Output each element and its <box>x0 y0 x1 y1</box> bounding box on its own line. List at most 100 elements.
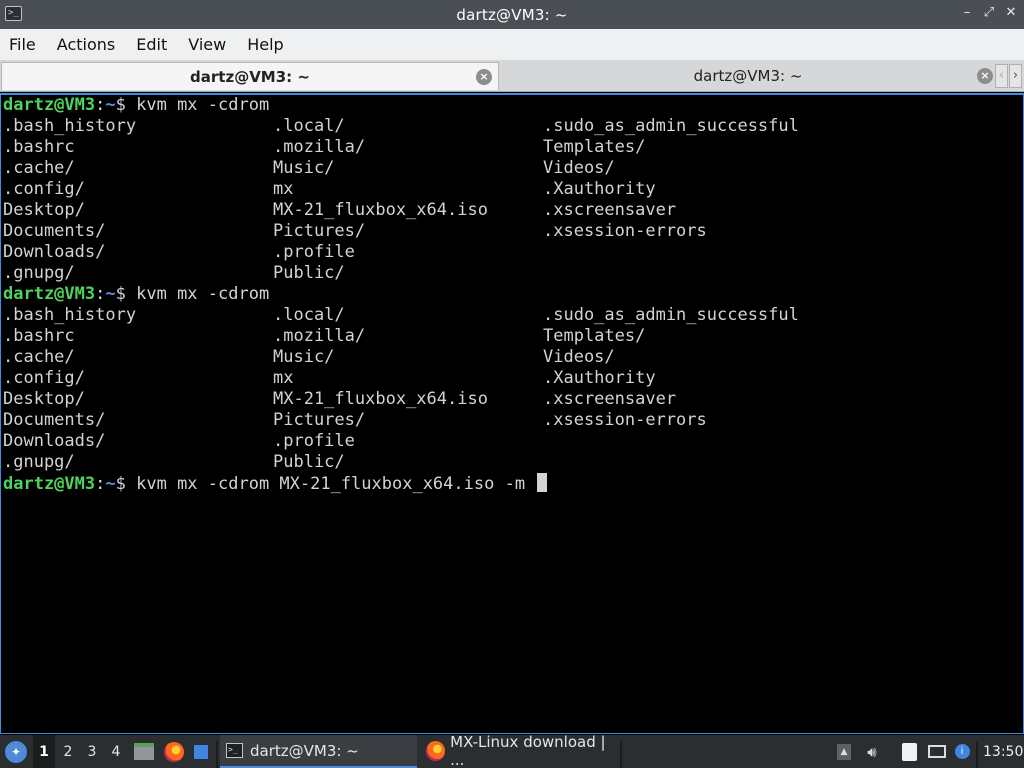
prompt-separator: : <box>95 95 106 115</box>
task-terminal[interactable]: >_ dartz@VM3: ~ <box>220 735 417 768</box>
mx-logo-icon: ✦ <box>5 740 27 763</box>
tab-2-close-icon[interactable]: × <box>977 68 993 84</box>
listing-row: .gnupg/Public/ <box>3 452 1023 473</box>
text-cursor <box>537 473 548 492</box>
prompt-path: ~ <box>105 284 116 304</box>
taskbar: ✦ 1 2 3 4 >_ dartz@VM3: ~ MX-Linux downl… <box>0 732 1024 768</box>
tab-1-label: dartz@VM3: ~ <box>190 67 310 86</box>
close-button[interactable]: ✕ <box>1004 5 1018 20</box>
menu-edit[interactable]: Edit <box>136 35 167 54</box>
tab-1[interactable]: dartz@VM3: ~ × <box>1 62 499 90</box>
menu-help[interactable]: Help <box>247 35 283 54</box>
updater-icon[interactable]: ▲ <box>833 735 855 768</box>
listing-entry: Music/ <box>273 158 335 178</box>
workspace-4[interactable]: 4 <box>105 735 127 768</box>
listing-entry: Templates/ <box>543 137 646 157</box>
listing-row: .bash_history .local/ .sudo_as_admin_succe… <box>3 305 1023 326</box>
prompt-symbol: $ <box>115 284 126 304</box>
title-bar: >_ dartz@VM3: ~ – ⤢ ✕ <box>0 0 1024 29</box>
prompt-line: dartz@VM3:~$ kvm mx -cdrom <box>3 95 1023 116</box>
start-menu-button[interactable]: ✦ <box>4 735 28 768</box>
menu-view[interactable]: View <box>188 35 226 54</box>
prompt-path: ~ <box>105 95 116 115</box>
prompt-path: ~ <box>105 474 116 494</box>
listing-entry: .mozilla/ <box>273 137 366 157</box>
listing-entry: Public/ <box>273 452 345 472</box>
prompt-user-host: dartz@VM3 <box>3 284 96 304</box>
tab-bar: dartz@VM3: ~ × dartz@VM3: ~ × ‹ › <box>0 60 1024 92</box>
listing-entry: .bashrc <box>3 137 75 157</box>
terminal-app-icon[interactable]: >_ <box>5 6 22 21</box>
workspace-2[interactable]: 2 <box>57 735 79 768</box>
listing-entry: Pictures/ <box>273 410 366 430</box>
taskbar-separator <box>976 741 978 768</box>
file-manager-icon[interactable] <box>132 735 156 768</box>
task-terminal-label: dartz@VM3: ~ <box>250 741 359 760</box>
prompt-symbol: $ <box>115 95 126 115</box>
taskbar-separator <box>216 741 218 768</box>
workspace-1[interactable]: 1 <box>33 735 55 768</box>
listing-entry: .cache/ <box>3 347 75 367</box>
clock[interactable]: 13:50 <box>983 735 1023 768</box>
prompt-user-host: dartz@VM3 <box>3 474 96 494</box>
listing-entry: Public/ <box>273 263 345 283</box>
prompt-user-host: dartz@VM3 <box>3 95 96 115</box>
task-firefox[interactable]: MX-Linux download | ... <box>420 732 617 768</box>
listing-entry: .bash_history <box>3 116 137 136</box>
workspace-3[interactable]: 3 <box>81 735 103 768</box>
listing-row: .gnupg/Public/ <box>3 263 1023 284</box>
listing-entry: .mozilla/ <box>273 326 366 346</box>
show-desktop-icon[interactable] <box>189 735 213 768</box>
listing-entry: .xsession-errors <box>543 221 707 241</box>
listing-row: .config/mx .Xauthority <box>3 179 1023 200</box>
menu-actions[interactable]: Actions <box>57 35 115 54</box>
listing-entry: .bash_history <box>3 305 137 325</box>
listing-entry: Desktop/ <box>3 200 85 220</box>
listing-entry: .sudo_as_admin_successful <box>543 305 799 325</box>
command-text: kvm mx -cdrom MX-21_fluxbox_x64.iso -m <box>136 474 526 494</box>
tab-1-close-icon[interactable]: × <box>476 69 492 85</box>
tab-2[interactable]: dartz@VM3: ~ × <box>501 62 995 90</box>
listing-row: .cache/Music/Videos/ <box>3 347 1023 368</box>
listing-entry: .local/ <box>273 305 345 325</box>
listing-row: Documents/Pictures/ .xsession-errors <box>3 221 1023 242</box>
tab-scroll-left-icon[interactable]: ‹ <box>995 64 1008 88</box>
prompt-separator: : <box>95 474 106 494</box>
task-firefox-label: MX-Linux download | ... <box>450 732 606 768</box>
listing-entry: .xscreensaver <box>543 389 677 409</box>
listing-entry: Downloads/ <box>3 242 106 262</box>
prompt-symbol: $ <box>115 474 126 494</box>
listing-entry: mx <box>273 368 294 388</box>
listing-row: .bashrc .mozilla/Templates/ <box>3 326 1023 347</box>
listing-entry: .bashrc <box>3 326 75 346</box>
listing-row: .bash_history .local/ .sudo_as_admin_succe… <box>3 116 1023 137</box>
taskbar-separator <box>620 741 622 768</box>
listing-row: .cache/Music/Videos/ <box>3 158 1023 179</box>
listing-entry: .local/ <box>273 116 345 136</box>
volume-icon[interactable]: 🔊︎ <box>861 735 883 768</box>
firefox-icon[interactable] <box>162 735 186 768</box>
clipboard-icon[interactable] <box>898 735 920 768</box>
firefox-icon <box>426 740 446 761</box>
minimize-button[interactable]: – <box>960 5 974 20</box>
listing-row: Downloads/ .profile <box>3 431 1023 452</box>
listing-row: Desktop/MX-21_fluxbox_x64.iso .xscreensav… <box>3 389 1023 410</box>
command-text: kvm mx -cdrom <box>136 284 270 304</box>
maximize-button[interactable]: ⤢ <box>982 5 996 20</box>
prompt-line: dartz@VM3:~$ kvm mx -cdrom MX-21_fluxbox… <box>3 473 1023 494</box>
listing-row: Documents/Pictures/ .xsession-errors <box>3 410 1023 431</box>
listing-entry: Desktop/ <box>3 389 85 409</box>
listing-entry: .profile <box>273 431 355 451</box>
listing-entry: Videos/ <box>543 158 615 178</box>
listing-entry: Templates/ <box>543 326 646 346</box>
tab-scroll-right-icon[interactable]: › <box>1009 64 1022 88</box>
network-icon[interactable] <box>926 735 948 768</box>
listing-entry: Music/ <box>273 347 335 367</box>
menu-file[interactable]: File <box>9 35 36 54</box>
command-text: kvm mx -cdrom <box>136 95 270 115</box>
info-icon[interactable]: i <box>951 735 973 768</box>
terminal-icon: >_ <box>226 743 243 758</box>
listing-row: .bashrc .mozilla/Templates/ <box>3 137 1023 158</box>
listing-entry: .Xauthority <box>543 368 656 388</box>
terminal-output[interactable]: dartz@VM3:~$ kvm mx -cdrom .bash_history.… <box>0 93 1024 734</box>
